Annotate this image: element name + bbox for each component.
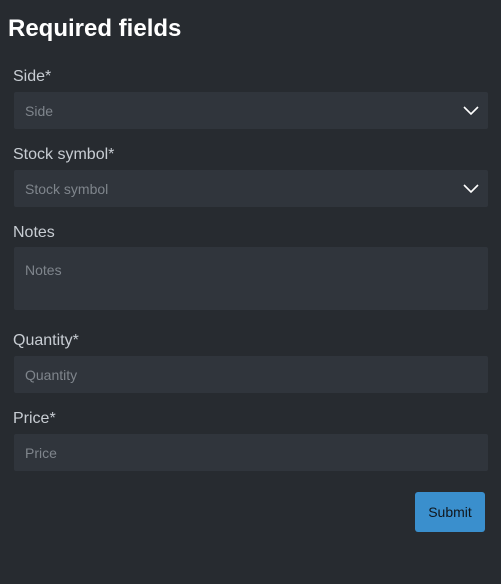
chevron-down-icon bbox=[463, 106, 479, 116]
quantity-input[interactable] bbox=[14, 356, 488, 393]
quantity-label: Quantity* bbox=[13, 332, 79, 349]
required-fields-form: Required fields Side* Side Stock symbol*… bbox=[0, 0, 501, 584]
notes-label: Notes bbox=[13, 224, 55, 241]
submit-button[interactable]: Submit bbox=[415, 492, 485, 532]
price-input[interactable] bbox=[14, 434, 488, 471]
price-label: Price* bbox=[13, 410, 56, 427]
page-title: Required fields bbox=[8, 15, 182, 42]
stock-symbol-select-placeholder: Stock symbol bbox=[25, 181, 109, 197]
side-select-placeholder: Side bbox=[25, 103, 54, 119]
side-label: Side* bbox=[13, 68, 52, 85]
side-select[interactable]: Side bbox=[14, 92, 488, 129]
chevron-down-icon bbox=[463, 184, 479, 194]
stock-symbol-label: Stock symbol* bbox=[13, 146, 115, 163]
stock-symbol-select[interactable]: Stock symbol bbox=[14, 170, 488, 207]
notes-textarea[interactable] bbox=[14, 247, 488, 310]
